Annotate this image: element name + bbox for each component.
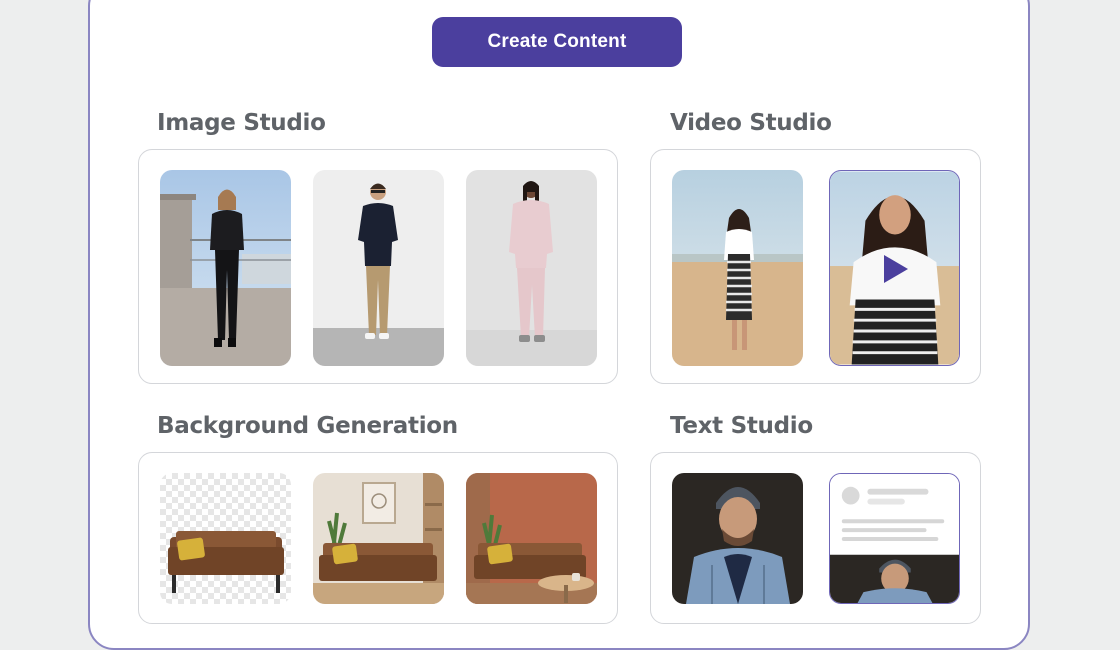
background-thumbnail-terracotta[interactable] <box>466 473 597 604</box>
text-studio-card <box>650 452 981 624</box>
image-studio-title: Image Studio <box>157 110 326 136</box>
image-studio-thumbnail-2[interactable] <box>313 170 444 366</box>
background-thumbnail-transparent[interactable] <box>160 473 291 604</box>
text-studio-thumbnail-1[interactable] <box>672 473 803 604</box>
background-generation-title: Background Generation <box>157 413 458 439</box>
social-post-mockup-image <box>830 474 959 603</box>
man-beanie-denim-jacket-image <box>672 473 803 604</box>
video-studio-title: Video Studio <box>670 110 832 136</box>
video-studio-thumbnail-2[interactable] <box>829 170 960 366</box>
image-studio-card <box>138 149 618 384</box>
man-navy-polo-khakis-image <box>313 170 444 366</box>
sofa-transparent-background-image <box>160 473 291 604</box>
woman-beach-striped-skirt-image <box>672 170 803 366</box>
video-studio-thumbnail-1[interactable] <box>672 170 803 366</box>
background-thumbnail-living-room[interactable] <box>313 473 444 604</box>
text-studio-title: Text Studio <box>670 413 813 439</box>
background-generation-card <box>138 452 618 624</box>
image-studio-thumbnail-3[interactable] <box>466 170 597 366</box>
image-studio-thumbnail-1[interactable] <box>160 170 291 366</box>
create-content-button[interactable]: Create Content <box>432 17 682 67</box>
text-studio-thumbnail-2[interactable] <box>829 473 960 604</box>
video-studio-card <box>650 149 981 384</box>
sofa-terracotta-wall-image <box>466 473 597 604</box>
sofa-living-room-image <box>313 473 444 604</box>
man-pink-tracksuit-image <box>466 170 597 366</box>
play-icon[interactable] <box>884 255 908 283</box>
woman-black-outfit-rooftop-image <box>160 170 291 366</box>
